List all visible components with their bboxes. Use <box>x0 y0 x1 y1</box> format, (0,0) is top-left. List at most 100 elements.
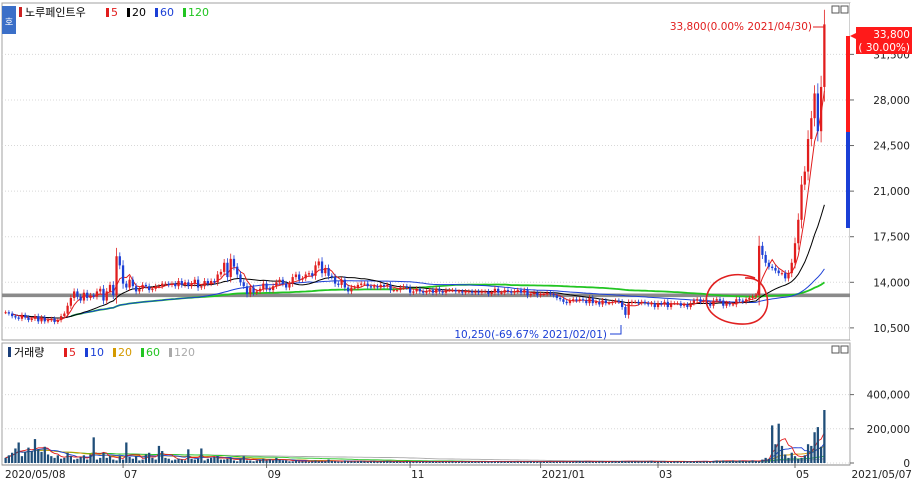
volume-bar <box>503 461 506 463</box>
volume-bar <box>174 459 177 463</box>
x-tick-label: 11 <box>411 469 424 481</box>
x-tick-label: 09 <box>268 469 281 481</box>
volume-bar <box>229 457 232 463</box>
volume-bar <box>340 461 343 463</box>
candle-body <box>307 273 311 275</box>
volume-bar <box>252 461 255 463</box>
volume-bar <box>180 459 183 463</box>
volume-bar <box>676 461 679 463</box>
candle-body <box>11 313 14 317</box>
candle-body <box>500 292 503 294</box>
volume-bar <box>311 461 314 463</box>
volume-bar <box>490 461 493 463</box>
candle-body <box>154 286 157 289</box>
volume-bar <box>444 461 448 463</box>
volume-bar <box>53 457 56 463</box>
price-range-bar-red <box>846 36 850 132</box>
candle-body <box>774 267 777 271</box>
candle-body <box>405 286 408 288</box>
candle-body <box>559 297 562 300</box>
candle-body <box>360 283 363 285</box>
volume-ma-legend-label[interactable]: 120 <box>174 346 195 359</box>
candle-body <box>604 300 607 304</box>
price-range-bar-blue <box>846 132 850 228</box>
volume-bar <box>281 460 285 463</box>
side-tab-label[interactable]: 호 <box>5 17 13 28</box>
candle-body <box>620 301 624 308</box>
candle-body <box>464 291 467 293</box>
volume-bar <box>386 460 389 463</box>
candle-body <box>46 320 50 322</box>
candle-body <box>356 284 360 288</box>
volume-bar <box>722 460 725 463</box>
candle-body <box>444 290 448 293</box>
price-panel-minimize-button[interactable] <box>831 5 840 14</box>
candle-body <box>177 280 180 287</box>
candle-body <box>722 300 725 306</box>
volume-bar <box>307 461 311 463</box>
candle-body <box>27 317 30 321</box>
volume-bar <box>519 461 523 463</box>
volume-bar <box>183 460 187 463</box>
volume-bar <box>213 457 216 463</box>
volume-ma-legend-label[interactable]: 10 <box>90 346 104 359</box>
volume-ma-legend-label[interactable]: 20 <box>118 346 132 359</box>
candle-body <box>422 291 425 293</box>
candle-body <box>542 294 545 296</box>
volume-title[interactable]: 거래량 <box>14 346 44 359</box>
ma-legend-label[interactable]: 5 <box>111 6 118 19</box>
volume-bar <box>422 461 425 463</box>
volume-bar <box>715 460 718 463</box>
ma-legend-label[interactable]: 120 <box>188 6 209 19</box>
volume-bar <box>611 461 614 463</box>
ma-legend-label[interactable]: 60 <box>160 6 174 19</box>
candle-body <box>203 280 206 287</box>
volume-bar <box>200 448 203 463</box>
candle-body <box>575 299 578 301</box>
candle-body <box>461 291 464 293</box>
volume-panel-maximize-button[interactable] <box>840 345 849 354</box>
candle-body <box>660 303 663 305</box>
candle-body <box>262 283 265 289</box>
volume-bar <box>258 459 262 463</box>
volume-bar <box>728 460 731 463</box>
volume-bar <box>154 459 157 463</box>
volume-bar <box>239 458 242 463</box>
volume-ma-legend-label[interactable]: 60 <box>146 346 160 359</box>
volume-bar <box>43 446 46 463</box>
candle-body <box>813 93 816 119</box>
ma-legend-label[interactable]: 20 <box>132 6 146 19</box>
candle-body <box>346 287 350 292</box>
volume-panel-minimize-button[interactable] <box>831 345 840 354</box>
volume-bar <box>529 461 532 463</box>
volume-bar <box>294 460 298 463</box>
price-panel-maximize-button[interactable] <box>840 5 849 14</box>
volume-bar <box>275 457 278 463</box>
volume-bar <box>441 461 444 463</box>
volume-bar <box>66 452 69 463</box>
volume-bar <box>480 461 484 463</box>
stock-name-label[interactable]: 노루페인트우 <box>25 6 86 19</box>
candle-body <box>128 279 131 288</box>
volume-bar <box>144 454 148 463</box>
volume-bar <box>216 456 219 463</box>
candle-body <box>549 292 552 295</box>
volume-bar <box>457 461 461 463</box>
candle-body <box>95 291 99 297</box>
volume-bar <box>105 457 108 463</box>
volume-bar <box>249 460 252 463</box>
volume-bar <box>627 461 630 463</box>
volume-bar <box>148 452 151 463</box>
volume-bar <box>431 461 435 463</box>
candle-body <box>702 300 705 302</box>
volume-bar <box>435 461 438 463</box>
candle-body <box>640 301 643 304</box>
candle-body <box>249 287 252 295</box>
candle-body <box>167 283 170 285</box>
candle-body <box>291 277 294 284</box>
candle-body <box>232 258 236 267</box>
volume-bar <box>40 451 43 463</box>
candle-body <box>718 299 722 301</box>
candle-body <box>69 297 73 306</box>
volume-ma-legend-label[interactable]: 5 <box>69 346 76 359</box>
